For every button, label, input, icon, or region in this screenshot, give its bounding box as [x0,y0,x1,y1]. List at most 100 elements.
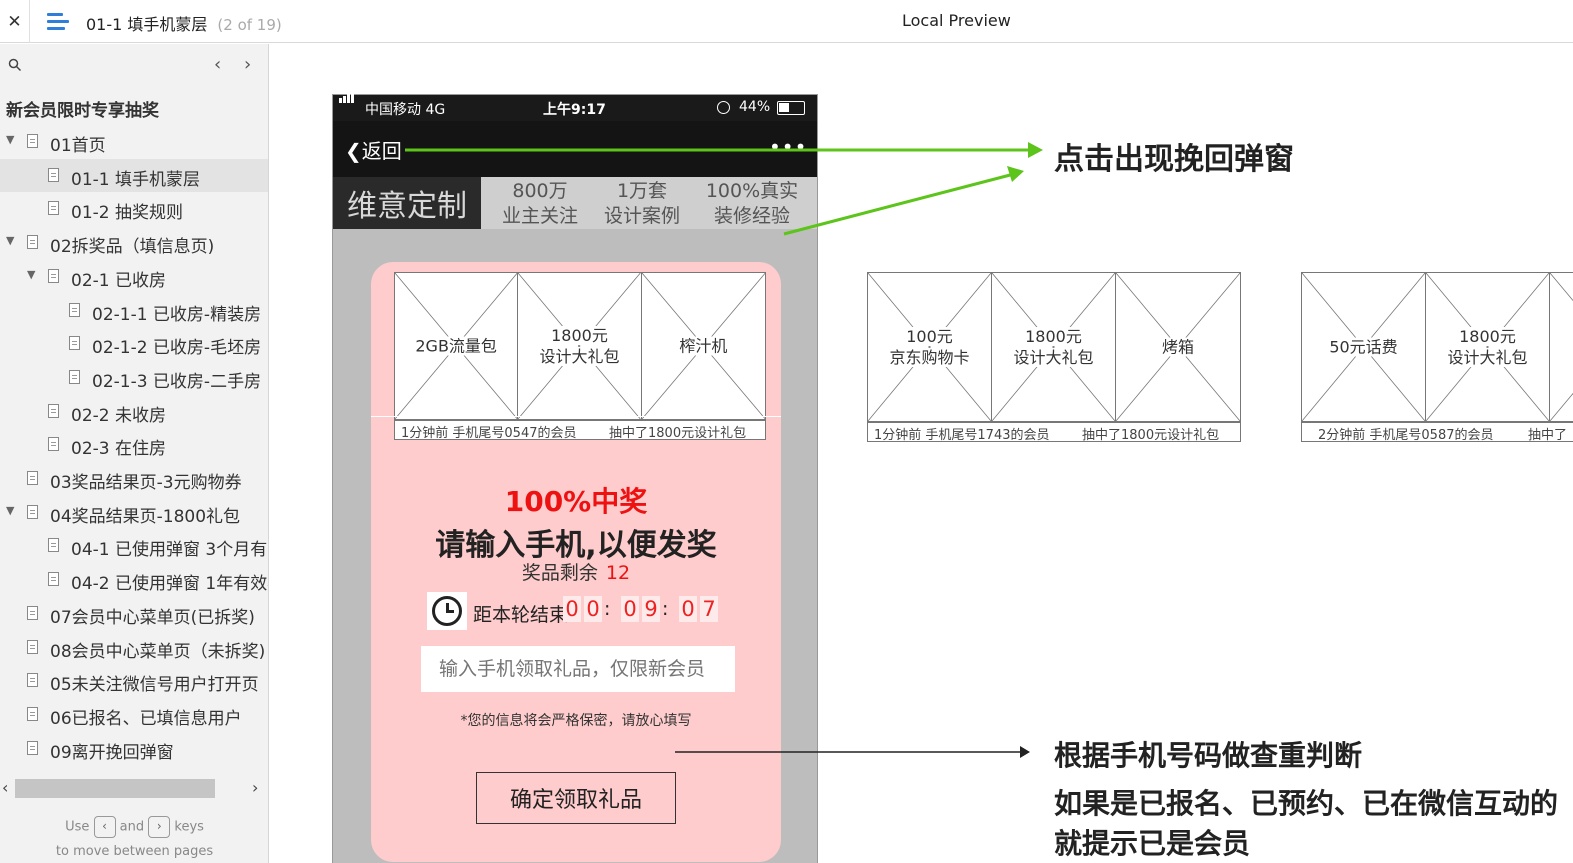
hint-use: Use [65,819,90,835]
carrier-text: 中国移动 4G [365,102,446,118]
sitemap-menu-icon[interactable] [47,11,69,31]
prize-label: 1800元 设计大礼包 [992,326,1115,368]
arrow-back-head [1028,142,1043,158]
sidebar-item[interactable]: 02-3 在住房 [0,428,268,461]
back-label: 返回 [361,139,402,163]
prize-image-placeholder: 1800元 设计大礼包 [518,273,642,419]
sidebar-item[interactable]: 02-1-3 已收房-二手房 [0,361,268,394]
ticker-right: 抽中了1800元设计礼包 [1082,428,1220,442]
countdown-digit: 0 [584,596,602,622]
prize-image-placeholder [1550,273,1573,421]
countdown-digit: 0 [621,596,639,622]
sidebar-horizontal-scrollbar[interactable]: ‹ › [0,776,268,800]
countdown-digit: 7 [700,596,718,622]
page-icon [48,538,59,553]
remaining-label: 奖品剩余 [521,562,598,584]
back-button[interactable]: ❮返回 [345,135,402,164]
search-icon[interactable] [8,58,22,72]
page-icon [48,403,59,418]
sidebar-item-label: 06已报名、已填信息用户 [50,708,242,729]
sidebar-item[interactable]: 07会员中心菜单页(已拆奖) [0,597,268,630]
status-bar: 中国移动 4G 上午9:17 44% [333,92,817,121]
close-icon[interactable]: ✕ [0,0,30,43]
scroll-right-icon[interactable]: › [252,778,258,797]
page-icon [27,504,38,519]
sitemap-sidebar: ‹ › 新会员限时专享抽奖 ▼ 01首页 01-1 填手机蒙层 01-2 抽奖规则 ▼ 0… [0,44,269,863]
expand-arrow-icon[interactable]: ▼ [6,234,14,247]
countdown-digit: 0 [563,596,581,622]
page-icon [69,369,80,384]
next-page-icon[interactable]: › [244,54,251,75]
ticker-left: 1分钟前 手机尾号1743的会员 [874,428,1050,442]
ticker-left: 1分钟前 手机尾号0547的会员 [401,426,577,440]
expand-arrow-icon[interactable]: ▼ [6,504,14,517]
sidebar-item-label: 02-1-1 已收房-精装房 [92,304,262,325]
sidebar-item[interactable]: 05未关注微信号用户打开页 [0,664,268,697]
expand-arrow-icon[interactable]: ▼ [6,133,14,146]
sidebar-item[interactable]: ▼ 02拆奖品（填信息页) [0,226,268,259]
sidebar-item[interactable]: 02-2 未收房 [0,395,268,428]
sidebar-item[interactable]: 01-2 抽奖规则 [0,192,268,225]
scrollbar-thumb[interactable] [15,779,215,798]
stat-value: 100%真实 [705,180,799,202]
sidebar-item[interactable]: ▼ 02-1 已收房 [0,260,268,293]
prize-label-line: 2GB流量包 [415,336,497,356]
annotation-dedupe-line1: 如果是已报名、已预约、已在微信互动的 [1054,787,1559,820]
claim-gift-button[interactable]: 确定领取礼品 [476,772,676,824]
sidebar-item-label: 01首页 [50,136,106,156]
remaining-prizes: 奖品剩余 12 [371,558,781,585]
previous-page-icon[interactable]: ‹ [214,54,221,75]
sidebar-item-label: 02-2 未收房 [71,405,166,426]
prize-label-line: 榨汁机 [679,336,728,356]
sidebar-item-label: 09离开挽回弹窗 [50,742,174,763]
sidebar-item[interactable]: 02-1-1 已收房-精装房 [0,294,268,327]
carousel-frame-prizes: 100元 京东购物卡 1800元 设计大礼包 烤箱 [867,272,1241,422]
prize-label: 榨汁机 [642,336,765,357]
sidebar-item-label: 04-2 已使用弹窗 1年有效期 [71,574,269,595]
sidebar-item-label: 02-1 已收房 [71,270,166,291]
prize-label-line: 100元 [906,327,953,346]
carousel-frame-ticker: 2分钟前 手机尾号0587的会员 抽中了 [1301,422,1573,442]
sidebar-item[interactable]: ▼ 04奖品结果页-1800礼包 [0,496,268,529]
sidebar-item[interactable]: 03奖品结果页-3元购物券 [0,462,268,495]
page-icon [27,471,38,485]
prize-image-placeholder: 1800元 设计大礼包 [992,273,1116,421]
sidebar-item[interactable]: 08会员中心菜单页（未拆奖) [0,631,268,664]
countdown-digit: 0 [679,596,697,622]
prize-label-line: 京东购物卡 [889,348,970,367]
sidebar-item[interactable]: 09离开挽回弹窗 [0,732,268,765]
chevron-left-icon: ❮ [345,139,362,163]
sidebar-item-label: 03奖品结果页-3元购物券 [50,473,242,493]
phone-number-input[interactable] [421,646,735,692]
page-name-text: 01-1 填手机蒙层 [86,15,208,34]
sidebar-item-label: 02-1-3 已收房-二手房 [92,371,262,392]
carousel-frame-prizes: 50元话费 1800元 设计大礼包 [1301,272,1573,422]
battery-percent: 44% [739,99,771,115]
status-time: 上午9:17 [543,102,606,118]
arrow-input-head [1020,746,1030,758]
stat-value: 1万套 [616,180,668,202]
sidebar-item[interactable]: 04-2 已使用弹窗 1年有效期 [0,563,269,596]
prize-label-line: 1800元 [551,326,608,345]
sidebar-item-label: 02-1-2 已收房-毛坯房 [92,338,262,359]
scroll-left-icon[interactable]: ‹ [2,778,8,797]
sidebar-item[interactable]: 01-1 填手机蒙层 [0,158,268,192]
sidebar-item-label: 05未关注微信号用户打开页 [50,675,259,696]
more-icon[interactable]: ••• [769,135,807,159]
sidebar-item[interactable]: 04-1 已使用弹窗 3个月有需 [0,529,269,562]
preview-title: Local Preview [902,11,1011,30]
sidebar-item[interactable]: ▼ 01首页 [0,125,268,158]
prize-label: 50元话费 [1302,337,1425,358]
top-bar: ✕ 01-1 填手机蒙层 (2 of 19) Local Preview [0,0,1573,43]
sidebar-item[interactable]: 06已报名、已填信息用户 [0,698,268,731]
expand-arrow-icon[interactable]: ▼ [27,268,35,281]
prize-label-line: 烤箱 [1161,337,1194,357]
sidebar-item[interactable]: 02-1-2 已收房-毛坯房 [0,327,268,360]
brand-stat: 800万 业主关注 [485,179,595,229]
stat-label: 业主关注 [501,205,578,227]
sidebar-item-label: 08会员中心菜单页（未拆奖) [50,641,266,662]
project-title: 新会员限时专享抽奖 [6,101,159,121]
sidebar-item-label: 04-1 已使用弹窗 3个月有需 [71,540,269,561]
prize-label: 100元京东购物卡 [868,326,991,368]
annotation-dedupe-title: 根据手机号码做查重判断 [1054,739,1363,772]
